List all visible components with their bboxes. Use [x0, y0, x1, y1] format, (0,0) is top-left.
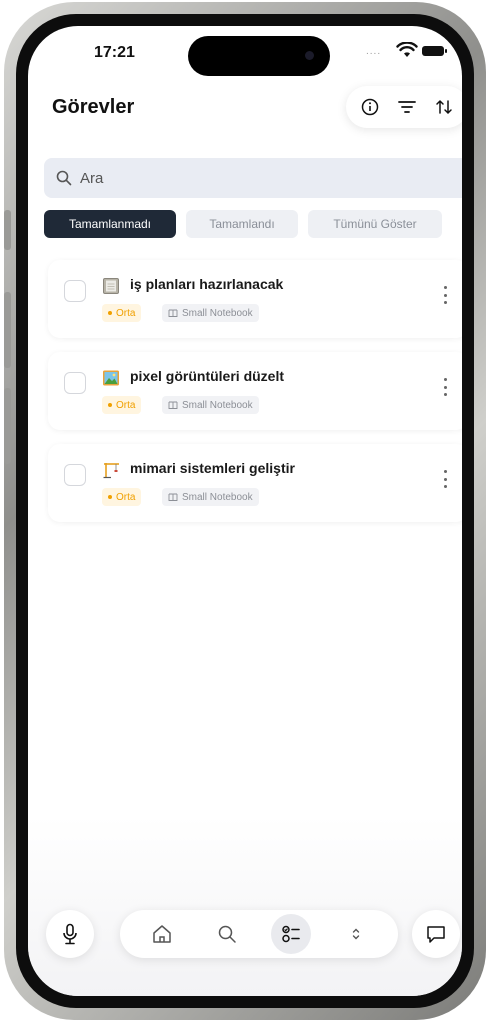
- chevron-updown-icon: [352, 928, 359, 940]
- priority-badge: Orta: [102, 304, 142, 322]
- chat-bubble-icon: [427, 926, 445, 943]
- volume-up-button: [4, 292, 11, 368]
- search-bar[interactable]: [44, 158, 462, 198]
- priority-badge: Orta: [102, 488, 142, 506]
- task-checkbox[interactable]: [64, 280, 86, 302]
- book-icon: [168, 401, 178, 409]
- task-title: mimari sistemleri geliştir: [130, 460, 295, 476]
- page-title: Görevler: [52, 96, 135, 118]
- filter-button[interactable]: [393, 93, 421, 121]
- signal-icon: ....: [366, 46, 382, 57]
- wifi-icon: [396, 42, 418, 57]
- microphone-icon: [63, 923, 77, 945]
- nav-search[interactable]: [207, 914, 247, 954]
- search-icon: [56, 170, 72, 186]
- book-icon: [168, 493, 178, 501]
- status-time: 17:21: [94, 44, 135, 61]
- notebook-badge: Small Notebook: [162, 304, 259, 322]
- task-title: pixel görüntüleri düzelt: [130, 368, 285, 384]
- more-options-button[interactable]: [442, 378, 448, 396]
- task-title: iş planları hazırlanacak: [130, 276, 284, 292]
- nav-more[interactable]: [336, 914, 376, 954]
- crane-icon: [103, 463, 119, 479]
- task-list-icon: [282, 925, 301, 943]
- action-button: [4, 210, 11, 250]
- chat-button[interactable]: [412, 910, 460, 958]
- task-item[interactable]: pixel görüntüleri düzelt Orta Small Note…: [48, 352, 462, 430]
- screen: 17:21 .... Görevler Ara Tamamlanmadı Tam…: [28, 26, 462, 996]
- header-actions: [346, 86, 462, 128]
- task-checkbox[interactable]: [64, 464, 86, 486]
- notebook-badge: Small Notebook: [162, 396, 259, 414]
- task-item[interactable]: mimari sistemleri geliştir Orta Small No…: [48, 444, 462, 522]
- info-button[interactable]: [356, 93, 384, 121]
- nav-tasks[interactable]: [271, 914, 312, 954]
- search-icon: [218, 925, 236, 943]
- dynamic-island: [188, 36, 330, 76]
- tab-completed[interactable]: Tamamlandı: [186, 210, 298, 238]
- tab-incomplete[interactable]: Tamamlanmadı: [44, 210, 176, 238]
- task-item[interactable]: iş planları hazırlanacak Orta Small Note…: [48, 260, 462, 338]
- home-icon: [153, 925, 171, 943]
- more-options-button[interactable]: [442, 470, 448, 488]
- bottom-nav: [120, 910, 398, 958]
- battery-icon: [422, 46, 447, 56]
- filter-tabs: Tamamlanmadı Tamamlandı Tümünü Göster: [44, 210, 442, 238]
- volume-down-button: [4, 388, 11, 464]
- filter-icon: [398, 101, 416, 113]
- notebook-icon: [103, 278, 119, 294]
- task-list: iş planları hazırlanacak Orta Small Note…: [48, 260, 462, 536]
- more-options-button[interactable]: [442, 286, 448, 304]
- info-icon: [362, 98, 379, 116]
- book-icon: [168, 309, 178, 317]
- phone-frame: 17:21 .... Görevler Ara Tamamlanmadı Tam…: [4, 2, 486, 1020]
- voice-button[interactable]: [46, 910, 94, 958]
- priority-badge: Orta: [102, 396, 142, 414]
- search-input[interactable]: [80, 169, 460, 187]
- sort-button[interactable]: [430, 93, 458, 121]
- tab-show-all[interactable]: Tümünü Göster: [308, 210, 442, 238]
- task-checkbox[interactable]: [64, 372, 86, 394]
- picture-icon: [103, 370, 119, 386]
- sort-icon: [435, 99, 452, 115]
- notebook-badge: Small Notebook: [162, 488, 259, 506]
- nav-home[interactable]: [142, 914, 182, 954]
